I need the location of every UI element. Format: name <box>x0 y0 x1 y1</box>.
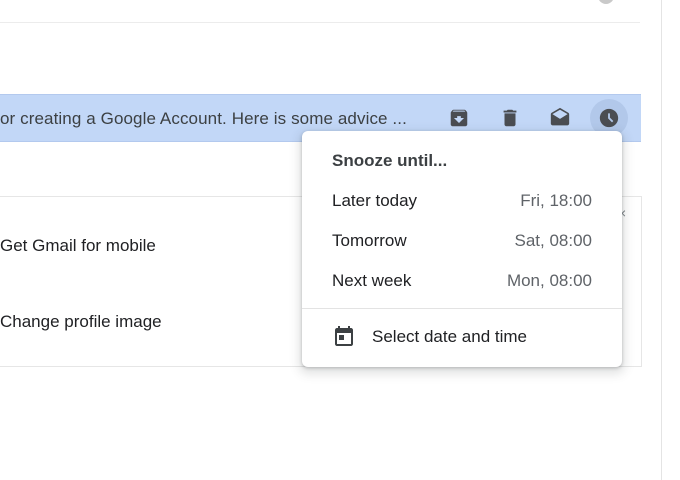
snooze-option-label: Tomorrow <box>332 231 407 250</box>
snooze-menu: Snooze until... Later today Fri, 18:00 T… <box>302 131 622 367</box>
divider <box>0 22 640 23</box>
snooze-option-tomorrow[interactable]: Tomorrow Sat, 08:00 <box>302 221 622 261</box>
snooze-option-time: Sat, 08:00 <box>514 231 592 250</box>
snooze-option-time: Mon, 08:00 <box>506 271 592 290</box>
select-date-and-time-label: Select date and time <box>372 327 527 346</box>
settings-gear-icon[interactable] <box>598 0 614 4</box>
tip-get-gmail-mobile[interactable]: Get Gmail for mobile <box>0 236 156 256</box>
trash-icon <box>503 109 517 127</box>
snooze-option-later-today[interactable]: Later today Fri, 18:00 <box>302 181 622 221</box>
email-snippet: or creating a Google Account. Here is so… <box>0 109 407 128</box>
snooze-menu-title: Snooze until... <box>332 151 448 170</box>
select-date-and-time-option[interactable]: Select date and time <box>302 317 622 357</box>
snooze-option-label: Next week <box>332 271 412 290</box>
divider <box>641 196 642 367</box>
snooze-option-next-week[interactable]: Next week Mon, 08:00 <box>302 261 622 301</box>
snooze-option-time: Fri, 18:00 <box>520 191 592 210</box>
scrollbar-track <box>661 0 662 480</box>
archive-icon <box>450 109 468 127</box>
envelope-open-icon <box>550 107 570 126</box>
menu-divider <box>302 308 622 309</box>
snooze-option-label: Later today <box>332 191 418 210</box>
calendar-icon <box>332 325 356 349</box>
clock-icon <box>599 108 619 128</box>
tip-change-profile-image[interactable]: Change profile image <box>0 312 162 332</box>
